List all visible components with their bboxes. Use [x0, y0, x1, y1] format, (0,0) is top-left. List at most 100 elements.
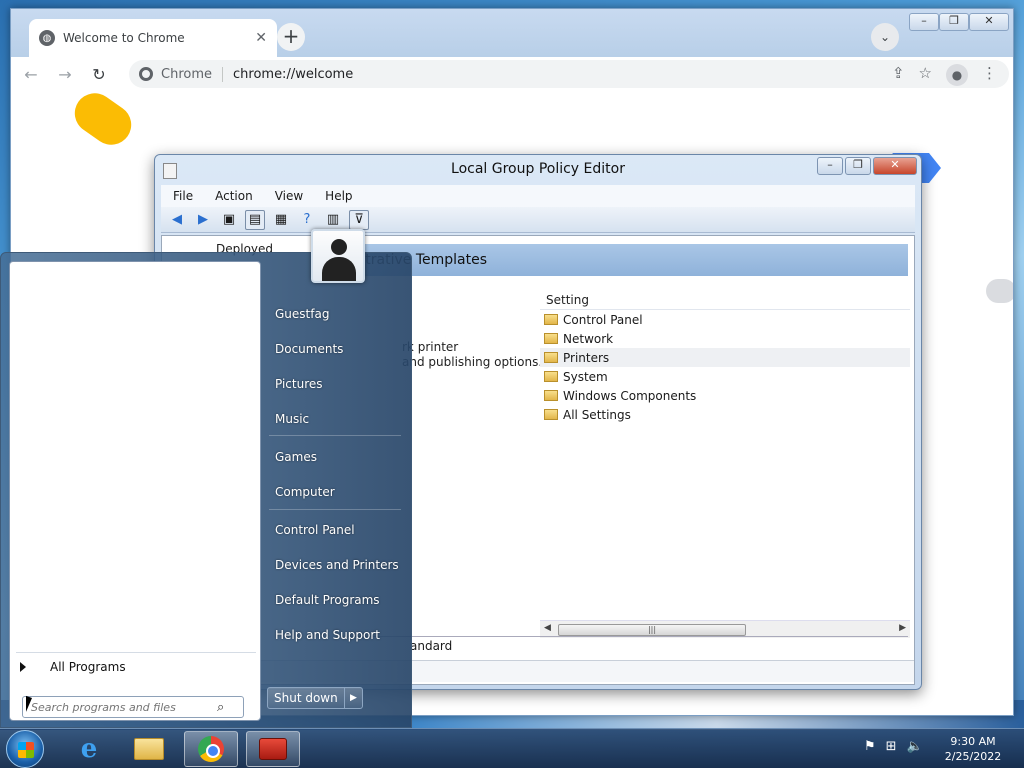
- scroll-left-icon[interactable]: ◀: [544, 623, 551, 633]
- export-list-icon[interactable]: ▦: [271, 210, 291, 230]
- shutdown-label: Shut down: [274, 691, 338, 705]
- new-tab-button[interactable]: +: [277, 23, 305, 51]
- network-icon[interactable]: ⊞: [886, 739, 897, 754]
- decorative-shape: [986, 279, 1013, 303]
- start-search-input[interactable]: [31, 700, 217, 714]
- profile-icon[interactable]: ●: [946, 64, 968, 86]
- shutdown-options-icon[interactable]: ▶: [344, 688, 362, 708]
- setting-column-header[interactable]: Setting: [540, 290, 910, 310]
- setting-label: Printers: [563, 350, 610, 365]
- file-explorer-icon: [134, 738, 164, 760]
- tab-search-button[interactable]: ⌄: [871, 23, 899, 51]
- chrome-tab[interactable]: ◍ Welcome to Chrome ✕: [29, 19, 277, 57]
- setting-label: All Settings: [563, 407, 631, 422]
- folder-icon: [544, 352, 558, 363]
- shutdown-button[interactable]: Shut down ▶: [267, 687, 363, 709]
- setting-label: Network: [563, 331, 614, 346]
- menu-icon[interactable]: ⋮: [982, 64, 997, 86]
- gpe-restore-button[interactable]: ❐: [845, 157, 871, 175]
- start-item-games[interactable]: Games: [275, 450, 317, 464]
- omnibox-actions: ⇪ ☆ ● ⋮: [892, 64, 997, 86]
- start-item-control-panel[interactable]: Control Panel: [275, 523, 355, 537]
- setting-row-system[interactable]: System: [540, 367, 910, 386]
- description-text: rk printer and publishing options.: [402, 340, 542, 370]
- menu-help[interactable]: Help: [313, 189, 362, 203]
- menu-action[interactable]: Action: [203, 189, 263, 203]
- menu-file[interactable]: File: [161, 189, 203, 203]
- taskbar-ie[interactable]: e: [62, 731, 116, 767]
- internet-explorer-icon: e: [80, 734, 98, 764]
- tab-standard[interactable]: andard: [404, 639, 458, 653]
- gpe-minimize-button[interactable]: –: [817, 157, 843, 175]
- setting-row-all-settings[interactable]: All Settings: [540, 405, 910, 424]
- up-folder-icon[interactable]: ▣: [219, 210, 239, 230]
- start-menu-programs-pane: All Programs ⌕: [9, 261, 261, 721]
- taskbar-gpedit[interactable]: [246, 731, 300, 767]
- setting-row-control-panel[interactable]: Control Panel: [540, 310, 910, 329]
- forward-arrow-icon[interactable]: ▶: [193, 210, 213, 230]
- divider: [269, 435, 401, 436]
- gpe-menubar: File Action View Help: [161, 185, 915, 207]
- filter-icon[interactable]: ⊽: [349, 209, 369, 230]
- start-item-music[interactable]: Music: [275, 412, 309, 426]
- start-item-default-programs[interactable]: Default Programs: [275, 593, 380, 607]
- reload-icon[interactable]: ↻: [85, 65, 113, 84]
- close-button[interactable]: ✕: [969, 13, 1009, 31]
- help-icon[interactable]: ?: [297, 210, 317, 230]
- restore-button[interactable]: ❐: [939, 13, 969, 31]
- clock-date: 2/25/2022: [944, 750, 1002, 763]
- panel-header: strative Templates: [348, 244, 908, 276]
- address-bar[interactable]: Chrome chrome://welcome ⇪ ☆ ● ⋮: [129, 60, 1009, 88]
- start-search-box[interactable]: ⌕: [22, 696, 244, 718]
- setting-label: Windows Components: [563, 388, 697, 403]
- user-body-icon: [322, 257, 356, 281]
- start-item-computer[interactable]: Computer: [275, 485, 335, 499]
- setting-row-network[interactable]: Network: [540, 329, 910, 348]
- volume-icon[interactable]: 🔈: [907, 739, 923, 754]
- minimize-button[interactable]: –: [909, 13, 939, 31]
- search-icon[interactable]: ⌕: [217, 700, 224, 715]
- all-programs-button[interactable]: All Programs: [20, 660, 126, 674]
- start-item-documents[interactable]: Documents: [275, 342, 343, 356]
- user-avatar[interactable]: [311, 229, 365, 283]
- action-center-flag-icon[interactable]: ⚑: [864, 739, 876, 754]
- clock[interactable]: 9:30 AM 2/25/2022: [930, 734, 1016, 764]
- start-item-help-support[interactable]: Help and Support: [275, 628, 380, 642]
- folder-icon: [544, 390, 558, 401]
- setting-row-windows-components[interactable]: Windows Components: [540, 386, 910, 405]
- start-button[interactable]: [6, 730, 44, 768]
- star-icon[interactable]: ☆: [919, 64, 932, 86]
- tab-title: Welcome to Chrome: [63, 31, 185, 45]
- gpe-titlebar[interactable]: Local Group Policy Editor – ❐ ✕: [155, 155, 921, 185]
- taskbar-explorer[interactable]: [122, 731, 176, 767]
- tab-close-icon[interactable]: ✕: [255, 30, 267, 46]
- globe-icon: ◍: [39, 30, 55, 46]
- scroll-right-icon[interactable]: ▶: [899, 623, 906, 633]
- view-tabstrip: andard: [348, 636, 908, 656]
- taskbar-chrome[interactable]: [184, 731, 238, 767]
- properties-icon[interactable]: ▥: [323, 210, 343, 230]
- gpe-close-button[interactable]: ✕: [873, 157, 917, 175]
- clock-time: 9:30 AM: [950, 735, 996, 748]
- start-item-user[interactable]: Guestfag: [275, 307, 329, 321]
- start-item-devices-printers[interactable]: Devices and Printers: [275, 558, 399, 572]
- share-icon[interactable]: ⇪: [892, 64, 905, 86]
- triangle-right-icon: [20, 662, 26, 672]
- back-icon[interactable]: ←: [17, 65, 45, 84]
- start-menu: All Programs ⌕ Guestfag Documents Pictur…: [0, 229, 412, 728]
- decorative-shape: [66, 91, 140, 153]
- show-hide-tree-icon[interactable]: ▤: [245, 209, 265, 230]
- chrome-site-icon: [139, 67, 153, 81]
- gpe-toolbar: ◀ ▶ ▣ ▤ ▦ ? ▥ ⊽: [161, 207, 915, 233]
- forward-icon[interactable]: →: [51, 65, 79, 84]
- chrome-toolbar: ← → ↻ Chrome chrome://welcome ⇪ ☆ ● ⋮: [11, 57, 1013, 91]
- all-settings-icon: [544, 409, 558, 420]
- setting-row-printers[interactable]: Printers: [540, 348, 910, 367]
- start-item-pictures[interactable]: Pictures: [275, 377, 323, 391]
- menu-view[interactable]: View: [263, 189, 313, 203]
- group-policy-icon: [259, 738, 287, 760]
- back-arrow-icon[interactable]: ◀: [167, 210, 187, 230]
- scroll-thumb[interactable]: |||: [558, 624, 746, 636]
- windows-logo-icon: [18, 742, 34, 758]
- description-line: rk printer: [402, 340, 459, 354]
